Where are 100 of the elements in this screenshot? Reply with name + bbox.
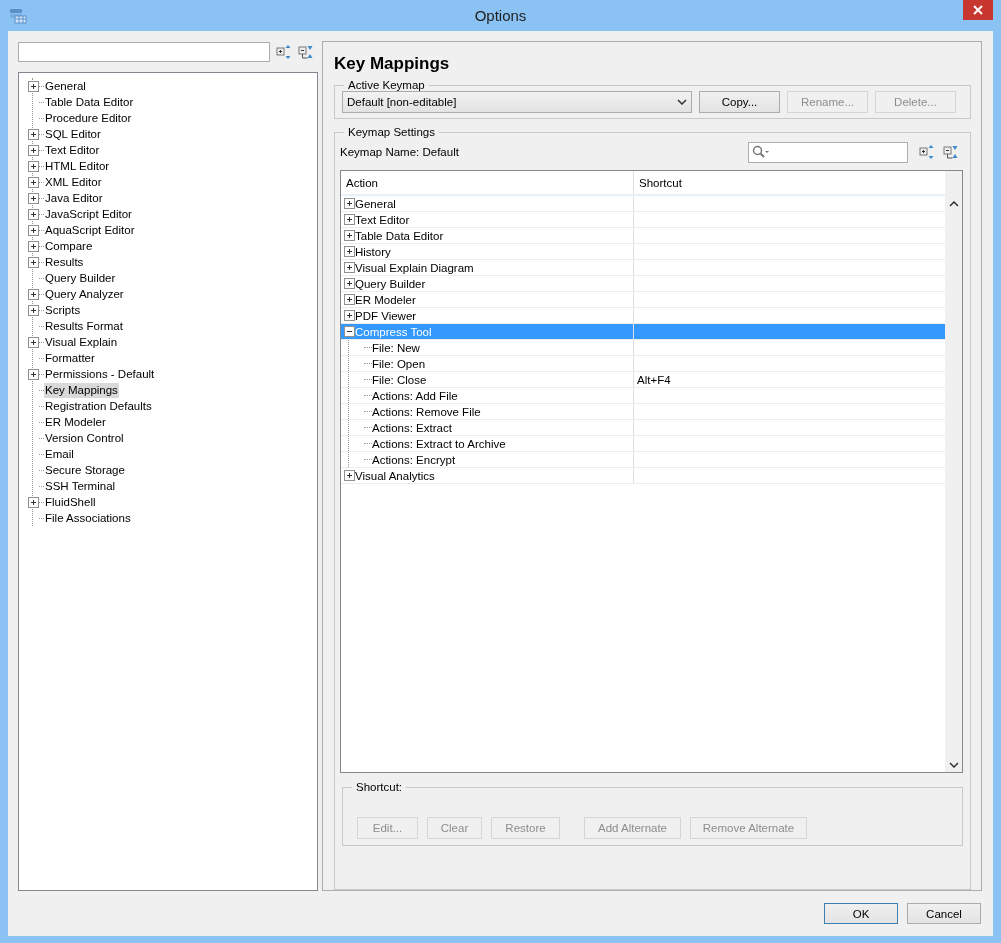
expand-icon[interactable]	[344, 246, 355, 257]
table-row[interactable]: Actions: Encrypt	[341, 452, 945, 468]
expand-icon[interactable]	[28, 496, 39, 508]
table-row[interactable]: Actions: Extract to Archive	[341, 436, 945, 452]
expand-icon[interactable]	[28, 256, 39, 268]
tree-item[interactable]: Formatter	[44, 350, 96, 366]
dialog-button[interactable]: Cancel	[907, 903, 981, 924]
expand-icon[interactable]	[28, 176, 39, 188]
action-name: File: Close	[372, 373, 427, 386]
action-name: Actions: Remove File	[372, 405, 481, 418]
tree-item[interactable]: JavaScript Editor	[44, 206, 133, 222]
action-name: Actions: Extract to Archive	[372, 437, 506, 450]
expand-icon[interactable]	[28, 208, 39, 220]
expand-icon[interactable]	[28, 368, 39, 380]
collapse-all-icon[interactable]	[298, 44, 314, 60]
expand-icon[interactable]	[344, 230, 355, 241]
table-row[interactable]: File: Close Alt+F4	[341, 372, 945, 388]
window-title: Options	[473, 7, 528, 24]
tree-item[interactable]: Scripts	[44, 302, 82, 318]
tree-item[interactable]: FluidShell	[44, 494, 97, 510]
expand-all-icon[interactable]	[276, 44, 292, 60]
tree-item[interactable]: Procedure Editor	[44, 110, 133, 126]
keymap-button[interactable]: Copy...	[699, 91, 780, 113]
table-row[interactable]: Table Data Editor	[341, 228, 945, 244]
tree-item[interactable]: Compare	[44, 238, 94, 254]
group-legend: Shortcut:	[352, 781, 407, 793]
table-row[interactable]: File: Open	[341, 356, 945, 372]
expand-icon[interactable]	[344, 310, 355, 321]
expand-all-icon[interactable]	[919, 144, 935, 160]
tree-item[interactable]: HTML Editor	[44, 158, 111, 174]
tree-item[interactable]: AquaScript Editor	[44, 222, 136, 238]
expand-icon[interactable]	[28, 144, 39, 156]
expand-icon[interactable]	[344, 214, 355, 225]
tree-item[interactable]: Query Analyzer	[44, 286, 125, 302]
search-field[interactable]	[18, 42, 270, 62]
tree-item[interactable]: SSH Terminal	[44, 478, 117, 494]
expand-icon[interactable]	[28, 128, 39, 140]
table-row[interactable]: Actions: Remove File	[341, 404, 945, 420]
tree-item[interactable]: Query Builder	[44, 270, 117, 286]
expand-icon[interactable]	[28, 160, 39, 172]
expand-icon[interactable]	[344, 294, 355, 305]
collapse-icon[interactable]	[344, 326, 355, 337]
expand-icon[interactable]	[28, 224, 39, 236]
table-row[interactable]: General	[341, 196, 945, 212]
scrollbar[interactable]	[945, 171, 962, 772]
action-name: File: New	[372, 341, 420, 354]
table-row[interactable]: Visual Explain Diagram	[341, 260, 945, 276]
group-legend: Keymap Settings	[344, 126, 439, 138]
tree-item[interactable]: SQL Editor	[44, 126, 102, 142]
collapse-all-icon[interactable]	[943, 144, 959, 160]
table-row[interactable]: History	[341, 244, 945, 260]
tree-item[interactable]: Text Editor	[44, 142, 101, 158]
action-name: File: Open	[372, 357, 426, 370]
scroll-down-icon[interactable]	[948, 762, 959, 768]
expand-icon[interactable]	[28, 336, 39, 348]
tree-item[interactable]: Results Format	[44, 318, 124, 334]
tree-item[interactable]: ER Modeler	[44, 414, 107, 430]
tree-item[interactable]: Visual Explain	[44, 334, 119, 350]
table-row[interactable]: Query Builder	[341, 276, 945, 292]
tree-item[interactable]: General	[44, 78, 87, 94]
expand-icon[interactable]	[28, 80, 39, 92]
action-name: History	[355, 245, 391, 258]
keymap-name-label: Keymap Name: Default	[340, 146, 460, 158]
expand-icon[interactable]	[344, 278, 355, 289]
table-row[interactable]: ER Modeler	[341, 292, 945, 308]
tree-item[interactable]: Key Mappings	[44, 382, 119, 398]
column-header[interactable]: Shortcut	[634, 171, 945, 194]
scroll-up-icon[interactable]	[948, 201, 959, 207]
tree-item[interactable]: Email	[44, 446, 75, 462]
table-row[interactable]: Visual Analytics	[341, 468, 945, 484]
tree-item[interactable]: Registration Defaults	[44, 398, 153, 414]
table-row[interactable]: Text Editor	[341, 212, 945, 228]
table-row[interactable]: File: New	[341, 340, 945, 356]
expand-icon[interactable]	[28, 240, 39, 252]
close-button[interactable]	[963, 0, 993, 20]
expand-icon[interactable]	[28, 288, 39, 300]
table-row[interactable]: Actions: Add File	[341, 388, 945, 404]
action-name: Text Editor	[355, 213, 410, 226]
tree-item[interactable]: XML Editor	[44, 174, 103, 190]
column-header[interactable]: Action	[341, 171, 634, 194]
dialog-button[interactable]: OK	[824, 903, 898, 924]
tree-item[interactable]: Permissions - Default	[44, 366, 156, 382]
tree-item[interactable]: File Associations	[44, 510, 132, 526]
expand-icon[interactable]	[344, 262, 355, 273]
tree-item[interactable]: Version Control	[44, 430, 125, 446]
tree-item[interactable]: Table Data Editor	[44, 94, 135, 110]
group-legend: Active Keymap	[344, 79, 429, 91]
expand-icon[interactable]	[344, 470, 355, 481]
search-field[interactable]	[748, 141, 908, 163]
expand-icon[interactable]	[344, 198, 355, 209]
action-name: PDF Viewer	[355, 309, 417, 322]
expand-icon[interactable]	[28, 304, 39, 316]
action-name: Visual Analytics	[355, 469, 435, 482]
keymap-dropdown[interactable]: Default [non-editable]	[342, 91, 692, 113]
expand-icon[interactable]	[28, 192, 39, 204]
tree-item[interactable]: Results	[44, 254, 85, 270]
search-icon	[752, 145, 770, 159]
tree-item[interactable]: Secure Storage	[44, 462, 126, 478]
table-row[interactable]: Actions: Extract	[341, 420, 945, 436]
tree-item[interactable]: Java Editor	[44, 190, 104, 206]
